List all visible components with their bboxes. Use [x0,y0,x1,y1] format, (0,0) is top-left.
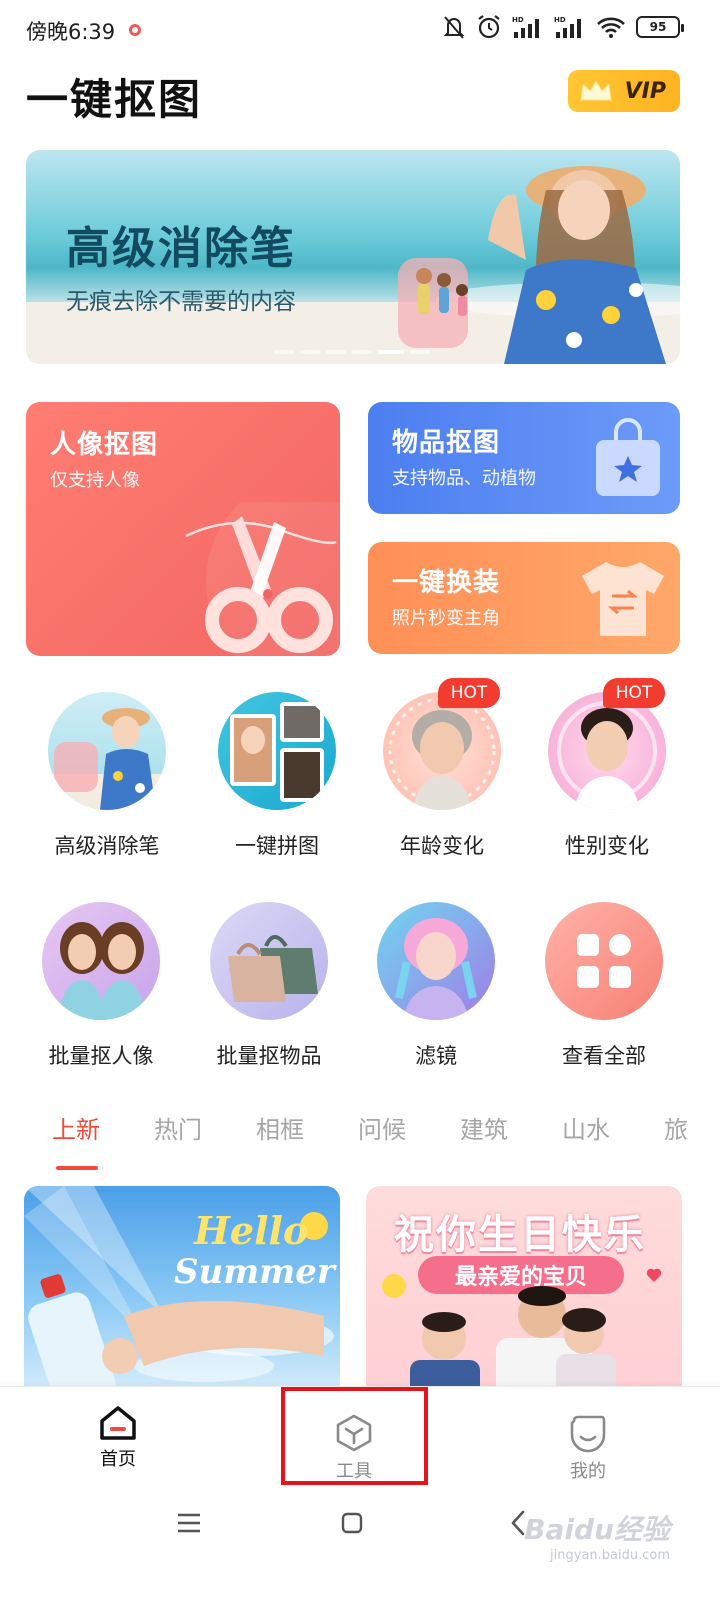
hot-badge: HOT [438,678,500,708]
tool-label: 性别变化 [565,834,649,858]
vip-button[interactable]: VIP [568,70,680,112]
recording-indicator-icon [129,24,141,36]
menu-icon[interactable] [176,1512,202,1534]
banner-subtitle: 无痕去除不需要的内容 [66,289,296,315]
age-change-thumbnail [383,692,501,810]
summer-text-summer: Summer [174,1252,335,1292]
outfit-swap-card[interactable]: 一键换装 照片秒变主角 [368,542,680,654]
card-title: 物品抠图 [392,428,501,458]
face-icon [570,1415,606,1453]
vip-label: VIP [624,78,666,104]
nav-label: 我的 [570,1461,606,1482]
scissors-icon [185,502,340,656]
nav-label: 首页 [100,1449,136,1470]
app-title: 一键抠图 [26,75,203,124]
card-subtitle: 支持物品、动植物 [392,468,536,489]
card-title: 人像抠图 [50,430,159,460]
carousel-dot [410,350,430,354]
grid-icon [577,934,631,988]
filter-thumbnail [377,902,495,1020]
tool-batch-object[interactable]: 批量抠物品 [184,902,354,1070]
tool-label: 年龄变化 [400,834,484,858]
nav-profile[interactable]: 我的 [528,1399,648,1483]
banner-title: 高级消除笔 [66,223,296,274]
view-all-thumbnail [545,902,663,1020]
carousel-dot [352,350,372,354]
svg-text:HD: HD [512,16,524,24]
status-icons: HD HD 95 [442,14,684,40]
tab-architecture[interactable]: 建筑 [460,1110,508,1145]
tool-collage[interactable]: 一键拼图 [192,692,362,860]
carousel-indicator [274,350,430,354]
collage-thumbnail [218,692,336,810]
nav-home[interactable]: 首页 [58,1399,178,1471]
tool-age-change[interactable]: 年龄变化 HOT [357,678,527,860]
active-tab-indicator [56,1166,98,1170]
tool-label: 滤镜 [415,1044,457,1068]
gender-change-thumbnail [548,692,666,810]
signal-hd-icon: HD [512,16,539,38]
tab-frame[interactable]: 相框 [256,1110,304,1145]
family-photo [382,1268,662,1396]
carousel-dot [326,350,346,354]
watermark-logo: Baidu经验 [524,1513,670,1546]
battery-level: 95 [649,20,667,34]
alarm-icon [478,15,500,39]
bell-muted-icon [443,16,465,39]
tool-gender-change[interactable]: 性别变化 HOT [522,678,692,860]
tab-landscape[interactable]: 山水 [562,1110,610,1145]
portrait-cutout-card[interactable]: 人像抠图 仅支持人像 [26,402,340,656]
tool-view-all[interactable]: 查看全部 [519,902,689,1070]
battery-icon: 95 [636,16,684,38]
template-card-birthday[interactable]: 祝你生日快乐 最亲爱的宝贝 [366,1186,682,1396]
tool-label: 批量抠物品 [216,1044,322,1068]
shopping-bag-icon [596,418,660,496]
tool-label: 一键拼图 [235,834,319,858]
crown-icon [580,80,612,101]
status-time: 傍晚6:39 [26,20,116,44]
tool-label: 高级消除笔 [54,834,160,858]
eraser-thumbnail [48,692,166,810]
tool-label: 查看全部 [562,1044,646,1068]
home-square-icon[interactable] [341,1512,363,1534]
carousel-dot-active [378,350,404,354]
card-subtitle: 照片秒变主角 [392,608,500,629]
object-cutout-card[interactable]: 物品抠图 支持物品、动植物 [368,402,680,514]
tab-new[interactable]: 上新 [52,1110,100,1145]
promo-banner[interactable]: 高级消除笔 无痕去除不需要的内容 [26,150,680,364]
tab-hot[interactable]: 热门 [154,1110,202,1145]
highlight-box [281,1387,428,1485]
batch-portrait-thumbnail [42,902,160,1020]
tshirt-icon [582,562,664,636]
carousel-dot [300,350,320,354]
signal-hd-icon: HD [554,16,581,38]
tab-greeting[interactable]: 问候 [358,1110,406,1145]
summer-text-hello: Hello [194,1208,309,1253]
template-card-summer[interactable]: Hello Summer [24,1186,340,1396]
home-icon [100,1406,136,1440]
batch-object-thumbnail [210,902,328,1020]
watermark-url: jingyan.baidu.com [550,1548,670,1563]
svg-text:HD: HD [554,16,566,24]
card-title: 一键换装 [392,568,501,598]
hot-badge: HOT [603,678,665,708]
tool-filter[interactable]: 滤镜 [351,902,521,1070]
tab-travel[interactable]: 旅 [664,1110,688,1145]
category-tabs: 上新 热门 相框 问候 建筑 山水 旅 [52,1110,688,1145]
wifi-icon [597,17,625,38]
tool-eraser[interactable]: 高级消除笔 [22,692,192,860]
tool-label: 批量抠人像 [48,1044,154,1068]
carousel-dot [274,350,294,354]
tool-batch-portrait[interactable]: 批量抠人像 [16,902,186,1070]
card-subtitle: 仅支持人像 [50,470,140,491]
